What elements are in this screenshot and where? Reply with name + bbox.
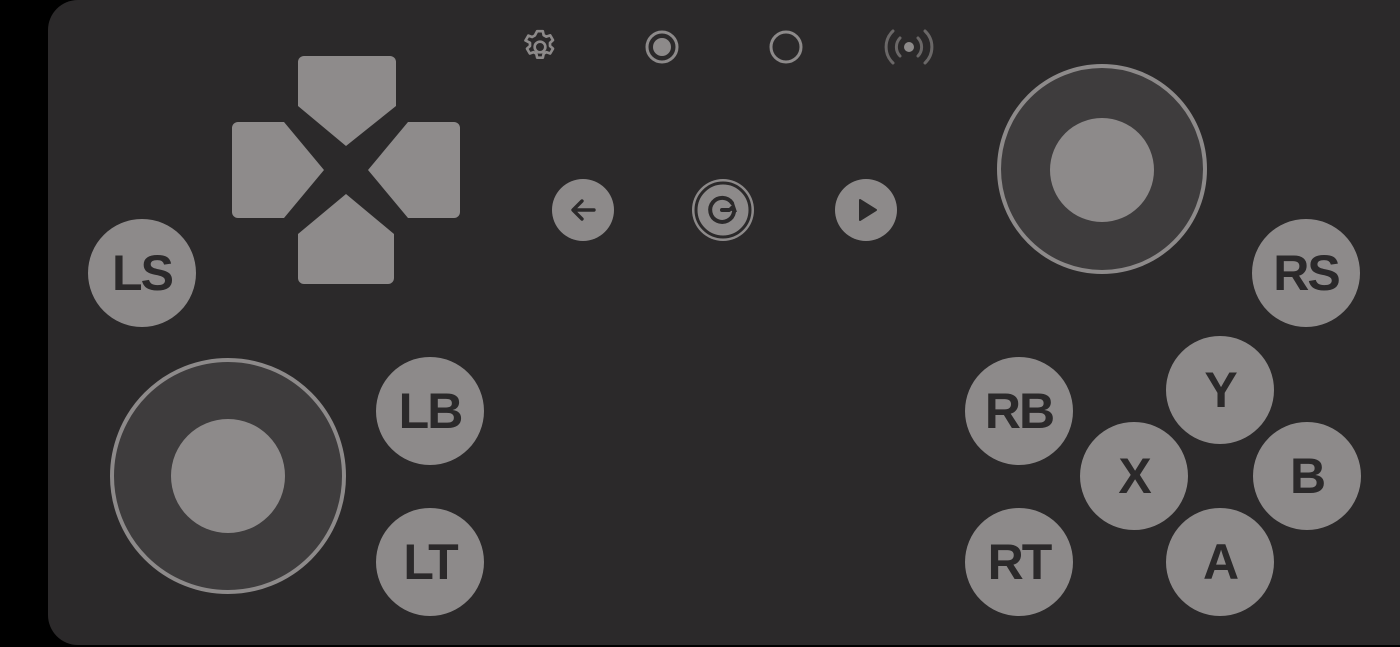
lb-button[interactable]: LB [376, 357, 484, 465]
ls-button[interactable]: LS [88, 219, 196, 327]
broadcast-icon [884, 29, 934, 65]
left-joystick-knob[interactable] [171, 419, 285, 533]
rb-button[interactable]: RB [965, 357, 1073, 465]
dpad-down[interactable] [298, 194, 394, 284]
dpad [232, 56, 460, 284]
radio-selected-icon [645, 30, 679, 64]
right-joystick-knob[interactable] [1050, 118, 1154, 222]
refresh-icon [694, 181, 752, 239]
gear-icon [524, 29, 555, 59]
dpad-up[interactable] [298, 56, 396, 146]
rt-button[interactable]: RT [965, 508, 1073, 616]
start-button[interactable] [835, 179, 897, 241]
mode-radio-empty[interactable] [765, 26, 807, 68]
back-button[interactable] [552, 179, 614, 241]
y-button[interactable]: Y [1166, 336, 1274, 444]
radio-empty-icon [769, 30, 803, 64]
lt-button[interactable]: LT [376, 508, 484, 616]
a-button[interactable]: A [1166, 508, 1274, 616]
dpad-left[interactable] [232, 122, 324, 218]
rs-button[interactable]: RS [1252, 219, 1360, 327]
play-icon [859, 199, 877, 221]
right-joystick[interactable] [997, 64, 1207, 274]
dpad-right[interactable] [368, 122, 460, 218]
reset-button[interactable] [692, 179, 754, 241]
settings-button[interactable] [519, 26, 561, 68]
left-joystick[interactable] [110, 358, 346, 594]
broadcast-button[interactable] [879, 26, 939, 68]
mode-radio-selected[interactable] [641, 26, 683, 68]
x-button[interactable]: X [1080, 422, 1188, 530]
b-button[interactable]: B [1253, 422, 1361, 530]
back-arrow-icon [571, 199, 596, 221]
